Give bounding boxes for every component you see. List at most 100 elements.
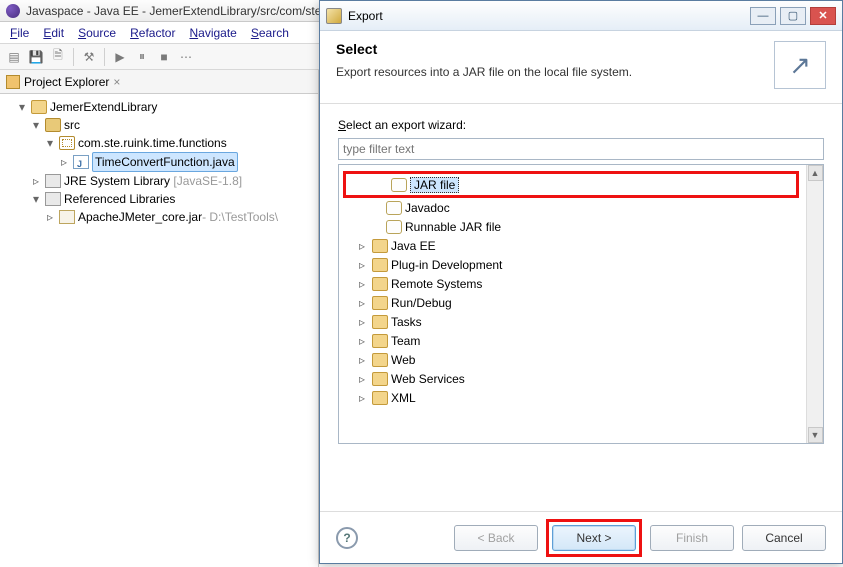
dialog-header-desc: Export resources into a JAR file on the … [336,65,632,79]
project-node[interactable]: ▾JemerExtendLibrary [2,98,316,116]
wizard-item-label: Runnable JAR file [405,220,501,234]
scroll-up-icon[interactable]: ▲ [808,165,823,181]
new-icon[interactable]: ▤ [4,47,24,67]
wizard-category-label: Remote Systems [391,277,482,291]
wizard-category[interactable]: ▹Team [341,331,821,350]
src-node[interactable]: ▾src [2,116,316,134]
project-icon [31,100,47,114]
save-all-icon[interactable]: 🗎 [48,47,68,67]
menu-edit[interactable]: Edit [43,26,64,40]
wizard-category-label: Web [391,353,415,367]
project-tree[interactable]: ▾JemerExtendLibrary ▾src ▾com.ste.ruink.… [0,94,318,230]
export-title-icon [326,8,342,24]
menu-source[interactable]: Source [78,26,116,40]
referenced-lib-label: Referenced Libraries [64,190,175,208]
export-banner-icon: ↗ [774,41,826,89]
scrollbar[interactable]: ▲ ▼ [806,165,823,443]
jre-node[interactable]: ▹JRE System Library [JavaSE-1.8] [2,172,316,190]
finish-button: Finish [650,525,734,551]
wizard-category[interactable]: ▹XML [341,388,821,407]
dialog-title: Export [348,9,383,23]
folder-icon [372,296,388,310]
wizard-category[interactable]: ▹Java EE [341,236,821,255]
save-icon[interactable]: 💾 [26,47,46,67]
src-label: src [64,116,80,134]
jre-env-label: [JavaSE-1.8] [173,172,242,190]
maximize-button[interactable]: ▢ [780,7,806,25]
folder-icon [372,353,388,367]
help-button[interactable]: ? [336,527,358,549]
jar-label: ApacheJMeter_core.jar [78,208,202,226]
package-node[interactable]: ▾com.ste.ruink.time.functions [2,134,316,152]
wizard-category[interactable]: ▹Run/Debug [341,293,821,312]
folder-icon [372,315,388,329]
dialog-footer: ? < Back Next > Finish Cancel [320,511,842,563]
scroll-down-icon[interactable]: ▼ [808,427,823,443]
next-button[interactable]: Next > [552,525,636,551]
runnable-jar-icon [386,220,402,234]
wizard-category[interactable]: ▹Tasks [341,312,821,331]
wizard-category-label: Run/Debug [391,296,452,310]
misc-icon[interactable]: ⋯ [176,47,196,67]
wizard-category[interactable]: ▹Remote Systems [341,274,821,293]
export-dialog: Export — ▢ ✕ Select Export resources int… [319,0,843,564]
wizard-category[interactable]: ▹Plug-in Development [341,255,821,274]
dialog-titlebar[interactable]: Export — ▢ ✕ [320,1,842,31]
wizard-category-label: Web Services [391,372,465,386]
wizard-category-label: Java EE [391,239,436,253]
jar-file-icon [391,178,407,192]
folder-icon [372,334,388,348]
wizard-category[interactable]: ▹Web Services [341,369,821,388]
close-button[interactable]: ✕ [810,7,836,25]
folder-icon [372,258,388,272]
next-highlight: Next > [546,519,642,557]
project-explorer-label: Project Explorer [24,75,109,89]
wizard-runnable-jar[interactable]: Runnable JAR file [341,217,821,236]
stop-icon[interactable]: ■ [154,47,174,67]
folder-icon [372,372,388,386]
wizard-tree[interactable]: JAR file Javadoc Runnable JAR file ▹Java… [338,164,824,444]
library-icon [45,174,61,188]
src-folder-icon [45,118,61,132]
menu-navigate[interactable]: Navigate [189,26,236,40]
build-icon[interactable]: ⚒ [79,47,99,67]
filter-input[interactable] [338,138,824,160]
wizard-jar-file[interactable]: JAR file [346,175,796,194]
wizard-javadoc[interactable]: Javadoc [341,198,821,217]
wizard-category-label: Team [391,334,420,348]
wizard-category-label: Plug-in Development [391,258,502,272]
package-icon [59,136,75,150]
project-explorer-view: Project Explorer × ▾JemerExtendLibrary ▾… [0,70,319,567]
folder-icon [372,391,388,405]
jar-node[interactable]: ▹ApacheJMeter_core.jar - D:\TestTools\ [2,208,316,226]
eclipse-icon [6,4,20,18]
minimize-button[interactable]: — [750,7,776,25]
project-explorer-icon [6,75,20,89]
back-button: < Back [454,525,538,551]
folder-icon [372,277,388,291]
dialog-header-title: Select [336,41,632,57]
jar-path-label: - D:\TestTools\ [202,208,278,226]
jre-label: JRE System Library [64,172,170,190]
wizard-item-label: Javadoc [405,201,450,215]
run-icon[interactable]: ▶ [110,47,130,67]
menu-search[interactable]: Search [251,26,289,40]
wizard-category[interactable]: ▹Web [341,350,821,369]
library-icon [45,192,61,206]
project-label: JemerExtendLibrary [50,98,157,116]
javadoc-icon [386,201,402,215]
wizard-item-label: JAR file [410,177,459,193]
java-file-icon [73,155,89,169]
close-icon[interactable]: × [113,75,120,89]
menu-file[interactable]: File [10,26,29,40]
referenced-lib-node[interactable]: ▾Referenced Libraries [2,190,316,208]
package-label: com.ste.ruink.time.functions [78,134,227,152]
cancel-button[interactable]: Cancel [742,525,826,551]
dialog-header: Select Export resources into a JAR file … [320,31,842,104]
java-file-node[interactable]: ▹TimeConvertFunction.java [2,152,316,172]
wizard-category-label: XML [391,391,416,405]
menu-refactor[interactable]: Refactor [130,26,175,40]
debug-icon[interactable]: ⏸ [132,47,152,67]
jar-icon [59,210,75,224]
project-explorer-tab[interactable]: Project Explorer × [0,70,318,94]
